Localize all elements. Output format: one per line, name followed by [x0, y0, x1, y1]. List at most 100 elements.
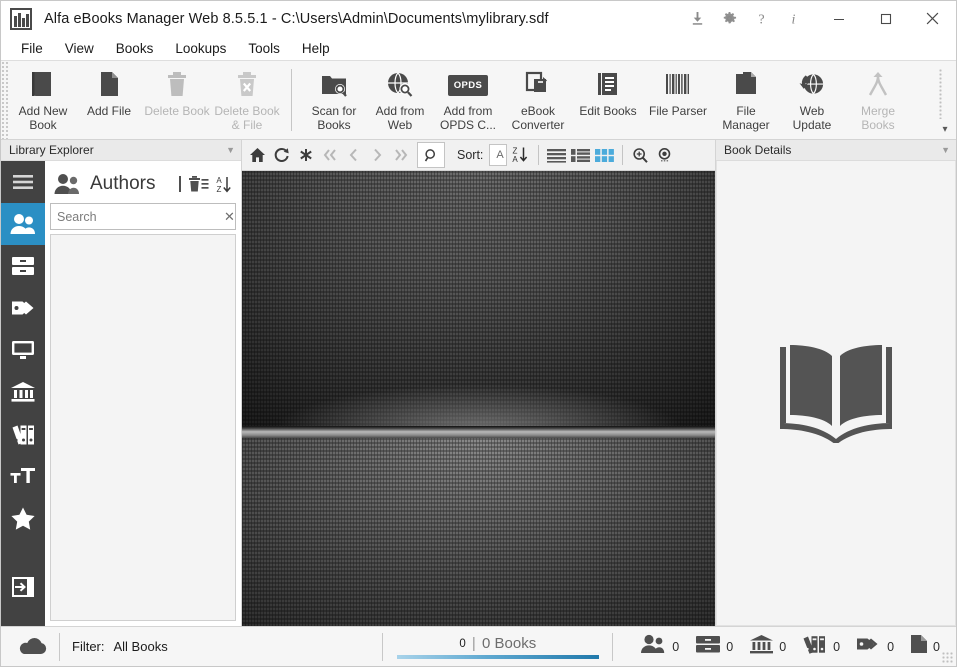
people-icon — [54, 173, 81, 195]
menu-view[interactable]: View — [54, 39, 105, 58]
delete-book-and-file-button[interactable]: Delete Book & File — [212, 61, 282, 139]
file-icon — [910, 634, 928, 659]
search-input[interactable] — [51, 210, 224, 224]
books-progress-count: 0 — [459, 638, 465, 650]
view-details-button[interactable] — [569, 143, 592, 167]
column-icon[interactable] — [177, 175, 183, 193]
sidebar-item-login[interactable] — [1, 566, 45, 608]
menu-tools[interactable]: Tools — [237, 39, 291, 58]
counter-collections[interactable]: 0 — [749, 634, 786, 659]
status-separator-3 — [612, 633, 613, 661]
search-button[interactable] — [417, 142, 445, 168]
svg-text:A: A — [216, 176, 222, 185]
file-parser-label: File Parser — [649, 105, 707, 119]
sort-direction-button[interactable]: ZA — [508, 143, 532, 167]
menu-lookups[interactable]: Lookups — [164, 39, 237, 58]
filter-value[interactable]: All Books — [114, 639, 168, 654]
preview-button[interactable] — [653, 143, 676, 167]
delete-book-button[interactable]: Delete Book — [142, 61, 212, 139]
svg-text:i: i — [791, 11, 795, 26]
authors-list[interactable] — [50, 234, 236, 621]
next-page-button[interactable] — [366, 143, 389, 167]
counter-value: 0 — [672, 640, 679, 654]
help-icon[interactable]: ? — [745, 4, 777, 34]
counter-tags[interactable]: 0 — [856, 635, 894, 658]
merge-books-label: Merge Books — [861, 105, 895, 132]
menu-file[interactable]: File — [10, 39, 54, 58]
sidebar-item-tags[interactable] — [1, 287, 45, 329]
counter-series[interactable]: 0 — [802, 634, 840, 659]
add-file-label: Add File — [87, 105, 131, 119]
book-details-caption: Book Details ▼ — [716, 140, 956, 161]
counter-value: 0 — [833, 640, 840, 654]
authors-search-row[interactable]: ✕ — [50, 203, 236, 230]
ribbon-grip[interactable] — [1, 61, 10, 139]
file-parser-button[interactable]: File Parser — [643, 61, 713, 139]
status-bar: Filter: All Books 0 | 0 Books 0 — [1, 626, 956, 666]
sidebar-item-publishers[interactable] — [1, 245, 45, 287]
close-icon[interactable]: ✕ — [224, 205, 235, 228]
ebook-converter-label: eBook Converter — [512, 105, 565, 132]
sidebar-item-menu[interactable] — [1, 161, 45, 203]
add-new-book-button[interactable]: Add New Book — [10, 61, 76, 139]
library-explorer-body: Authors AZ ✕ — [1, 161, 241, 626]
bookshelf-empty-area[interactable] — [242, 171, 715, 626]
last-page-button[interactable] — [390, 143, 413, 167]
sort-field-select[interactable]: A — [489, 144, 507, 166]
authors-pane-title: Authors — [90, 173, 155, 195]
add-file-button[interactable]: Add File — [76, 61, 142, 139]
status-separator-1 — [59, 633, 60, 661]
file-icon — [98, 69, 121, 101]
cloud-icon[interactable] — [17, 638, 47, 656]
edit-books-button[interactable]: Edit Books — [573, 61, 643, 139]
counter-files[interactable]: 0 — [910, 634, 940, 659]
sidebar-item-fonts[interactable] — [1, 455, 45, 497]
refresh-button[interactable] — [270, 143, 293, 167]
add-from-opds-button[interactable]: OPDS Add from OPDS C... — [433, 61, 503, 139]
tags-icon — [856, 635, 882, 658]
chevron-down-icon[interactable]: ▼ — [226, 145, 235, 155]
info-icon[interactable]: i — [777, 4, 809, 34]
ribbon-separator — [291, 69, 292, 131]
prev-page-button[interactable] — [342, 143, 365, 167]
menu-books[interactable]: Books — [105, 39, 165, 58]
menu-help[interactable]: Help — [291, 39, 341, 58]
status-counters: 0 0 0 0 — [625, 634, 956, 659]
first-page-button[interactable] — [318, 143, 341, 167]
home-button[interactable] — [246, 143, 269, 167]
sort-az-icon[interactable]: AZ — [214, 175, 232, 194]
counter-publishers[interactable]: 0 — [695, 634, 733, 659]
download-icon[interactable] — [681, 4, 713, 34]
books-progress-text: 0 | 0 Books — [459, 635, 536, 652]
zoom-in-button[interactable] — [629, 143, 652, 167]
sidebar-item-collections[interactable] — [1, 371, 45, 413]
chevron-down-icon[interactable]: ▼ — [941, 145, 950, 155]
chevron-down-icon[interactable]: ▾ — [942, 125, 947, 135]
book-details-title: Book Details — [724, 143, 791, 157]
minimize-button[interactable] — [815, 2, 862, 36]
merge-books-button[interactable]: Merge Books — [845, 61, 911, 139]
maximize-button[interactable] — [862, 2, 909, 36]
sidebar-item-devices[interactable] — [1, 329, 45, 371]
scan-for-books-button[interactable]: Scan for Books — [301, 61, 367, 139]
open-book-icon — [772, 339, 900, 448]
view-list-button[interactable] — [545, 143, 568, 167]
sort-label: Sort: — [457, 148, 483, 162]
delete-list-icon[interactable] — [188, 175, 209, 193]
sidebar-item-authors[interactable] — [1, 203, 45, 245]
counter-authors[interactable]: 0 — [641, 634, 679, 659]
asterisk-button[interactable] — [294, 143, 317, 167]
file-manager-button[interactable]: File Manager — [713, 61, 779, 139]
add-from-web-button[interactable]: Add from Web — [367, 61, 433, 139]
counter-value: 0 — [933, 640, 940, 654]
books-progress-divider: | — [472, 635, 476, 652]
sidebar-item-series[interactable] — [1, 413, 45, 455]
resize-grip[interactable] — [942, 652, 954, 664]
close-button[interactable] — [909, 2, 956, 36]
ebook-converter-button[interactable]: eBook Converter — [503, 61, 573, 139]
web-update-button[interactable]: Web Update — [779, 61, 845, 139]
sidebar-item-ratings[interactable] — [1, 497, 45, 539]
view-grid-button[interactable] — [593, 143, 616, 167]
ribbon-overflow[interactable]: ▾ — [934, 61, 956, 139]
gear-icon[interactable] — [713, 4, 745, 34]
